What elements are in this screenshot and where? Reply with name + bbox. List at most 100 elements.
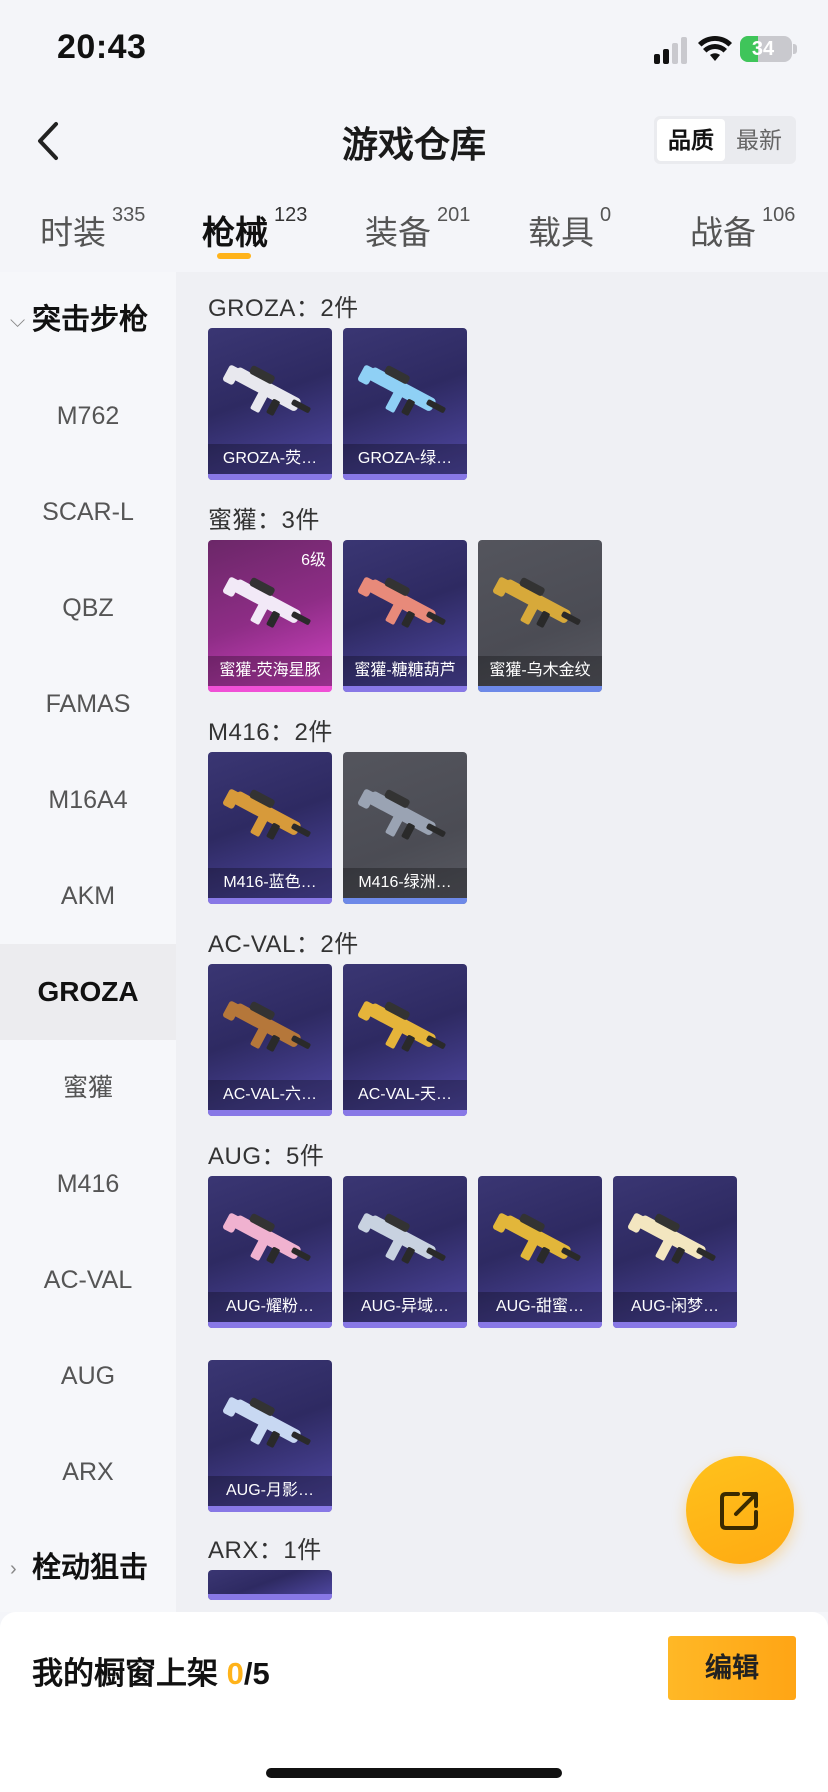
tab-equipment[interactable]: 装备 201: [365, 204, 471, 254]
weapon-sidebar: ⌵ 突击步枪 M762 SCAR-L QBZ FAMAS M16A4 AKM GR…: [0, 272, 176, 1612]
battery-level: 34: [751, 38, 775, 60]
weapon-name: AUG-闲梦…: [613, 1292, 737, 1322]
weapon-name: 蜜獾-糖糖葫芦: [343, 656, 467, 686]
showcase-current-count: 0: [226, 1656, 244, 1691]
weapon-name: GROZA-绿…: [343, 444, 467, 474]
weapon-name: AUG-异域…: [343, 1292, 467, 1322]
chevron-right-icon: ›: [10, 1558, 17, 1581]
status-bar: 20:43 34: [0, 0, 828, 96]
weapon-card[interactable]: M416-蓝色…: [208, 752, 332, 904]
status-time: 20:43: [57, 28, 147, 66]
weapon-card[interactable]: AUG-甜蜜…: [478, 1176, 602, 1328]
home-indicator: [266, 1768, 562, 1778]
rarity-bar: [343, 1322, 467, 1328]
weapon-image: [493, 577, 581, 628]
sort-quality-button[interactable]: 品质: [657, 119, 725, 161]
weapon-card[interactable]: AUG-月影…: [208, 1360, 332, 1512]
sidebar-item-aug[interactable]: AUG: [0, 1328, 176, 1424]
showcase-max-count: /5: [243, 1656, 270, 1691]
tab-label: 装备: [365, 214, 431, 251]
sidebar-item-scar-l[interactable]: SCAR-L: [0, 464, 176, 560]
weapon-name: 蜜獾-荧海星豚: [208, 656, 332, 686]
tab-fashion[interactable]: 时装 335: [40, 204, 146, 254]
weapon-card[interactable]: GROZA-荧…: [208, 328, 332, 480]
tab-label: 时装: [40, 214, 106, 251]
section-title-honey-badger: 蜜獾：3件: [208, 507, 320, 534]
rarity-bar: [343, 1110, 467, 1116]
rarity-bar: [208, 474, 332, 480]
rarity-bar: [478, 1322, 602, 1328]
sort-newest-button[interactable]: 最新: [725, 119, 793, 161]
tab-count: 201: [437, 204, 471, 226]
share-button[interactable]: [686, 1456, 794, 1564]
weapon-image: [493, 1213, 581, 1264]
weapon-name: AUG-甜蜜…: [478, 1292, 602, 1322]
weapon-image: [358, 365, 446, 416]
tab-label: 战备: [690, 214, 756, 251]
section-title-arx: ARX：1件: [208, 1537, 322, 1564]
rarity-bar: [208, 1506, 332, 1512]
sidebar-item-ac-val[interactable]: AC-VAL: [0, 1232, 176, 1328]
weapon-card[interactable]: M416-绿洲…: [343, 752, 467, 904]
weapon-card[interactable]: 6级蜜獾-荧海星豚: [208, 540, 332, 692]
showcase-bar: 我的橱窗上架 0/5 编辑: [0, 1612, 828, 1792]
rarity-bar: [343, 898, 467, 904]
sidebar-item-groza[interactable]: GROZA: [0, 944, 176, 1040]
sidebar-group-label: 突击步枪: [32, 304, 149, 336]
sidebar-item-akm[interactable]: AKM: [0, 848, 176, 944]
sidebar-group-bolt-action[interactable]: › 栓动狙击: [10, 1520, 176, 1616]
sidebar-item-m416[interactable]: M416: [0, 1136, 176, 1232]
tab-vehicles[interactable]: 载具 0: [528, 204, 611, 254]
nav-bar: 游戏仓库 品质 最新: [0, 96, 828, 186]
weapon-card[interactable]: AC-VAL-六…: [208, 964, 332, 1116]
sidebar-item-arx[interactable]: ARX: [0, 1424, 176, 1520]
section-title-aug: AUG：5件: [208, 1143, 325, 1170]
sidebar-group-assault-rifles[interactable]: ⌵ 突击步枪: [10, 272, 176, 368]
rarity-bar: [208, 898, 332, 904]
edit-button[interactable]: 编辑: [668, 1636, 796, 1700]
weapon-image: [358, 1213, 446, 1264]
weapon-image: [223, 1213, 311, 1264]
tab-count: 335: [112, 204, 146, 226]
tab-firearms[interactable]: 枪械 123: [202, 204, 307, 254]
tab-supplies[interactable]: 战备 106: [690, 204, 796, 254]
weapon-card[interactable]: AUG-异域…: [343, 1176, 467, 1328]
weapon-name: 蜜獾-乌木金纹: [478, 656, 602, 686]
sidebar-item-m762[interactable]: M762: [0, 368, 176, 464]
sort-toggle: 品质 最新: [654, 116, 796, 164]
cellular-signal-icon: [654, 36, 690, 64]
weapon-card[interactable]: 蜜獾-乌木金纹: [478, 540, 602, 692]
battery-icon: 34: [740, 36, 792, 62]
sidebar-item-famas[interactable]: FAMAS: [0, 656, 176, 752]
chevron-down-icon: ⌵: [10, 310, 26, 333]
active-tab-indicator: [217, 253, 251, 259]
sidebar-item-qbz[interactable]: QBZ: [0, 560, 176, 656]
section-title-m416: M416：2件: [208, 719, 333, 746]
tab-count: 106: [762, 204, 796, 226]
weapon-name: AUG-月影…: [208, 1476, 332, 1506]
sidebar-group-label: 栓动狙击: [32, 1552, 149, 1584]
weapon-image: [223, 789, 311, 840]
rarity-bar: [343, 474, 467, 480]
category-tabs: 时装 335 枪械 123 装备 201 载具 0 战备 106: [0, 196, 828, 266]
rarity-bar: [208, 1110, 332, 1116]
weapon-name: AC-VAL-六…: [208, 1080, 332, 1110]
weapon-level-badge: 6级: [301, 552, 326, 569]
battery-tip: [793, 44, 797, 54]
share-external-icon: [720, 1492, 758, 1530]
section-title-ac-val: AC-VAL：2件: [208, 931, 359, 958]
weapon-card[interactable]: AUG-耀粉…: [208, 1176, 332, 1328]
weapon-name: AC-VAL-天…: [343, 1080, 467, 1110]
rarity-bar: [613, 1322, 737, 1328]
weapon-card[interactable]: [208, 1570, 332, 1600]
weapon-image: [223, 1001, 311, 1052]
sidebar-item-honey-badger[interactable]: 蜜獾: [0, 1040, 176, 1136]
rarity-bar: [478, 686, 602, 692]
sidebar-item-m16a4[interactable]: M16A4: [0, 752, 176, 848]
weapon-card[interactable]: 蜜獾-糖糖葫芦: [343, 540, 467, 692]
weapon-image: [628, 1213, 716, 1264]
rarity-bar: [343, 686, 467, 692]
weapon-card[interactable]: AC-VAL-天…: [343, 964, 467, 1116]
weapon-card[interactable]: GROZA-绿…: [343, 328, 467, 480]
weapon-card[interactable]: AUG-闲梦…: [613, 1176, 737, 1328]
